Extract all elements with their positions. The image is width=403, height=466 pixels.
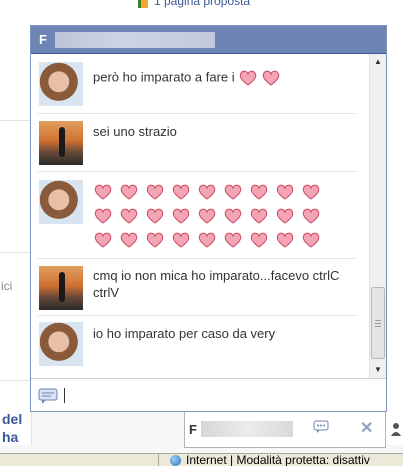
- page-icon: [138, 0, 148, 8]
- message-text: cmq io non mica ho imparato...facevo ctr…: [93, 268, 340, 300]
- chat-tab[interactable]: F ✕: [184, 412, 386, 448]
- person-icon: [391, 423, 401, 436]
- heart-icon: [198, 208, 216, 224]
- message-item: io ho imparato per caso da very: [37, 316, 357, 378]
- scroll-up-arrow-icon[interactable]: ▲: [370, 54, 386, 70]
- heart-icon: [146, 232, 164, 248]
- heart-icon: [263, 70, 280, 86]
- scrollbar-thumb[interactable]: [371, 287, 385, 359]
- heart-icon: [120, 232, 138, 248]
- heart-icon: [172, 184, 190, 200]
- zone-status-text[interactable]: Internet | Modalità protetta: disattiv: [186, 453, 370, 466]
- redacted-name: [201, 421, 293, 437]
- suggested-pages-link[interactable]: 1 pagina proposta: [138, 0, 250, 8]
- avatar[interactable]: [39, 121, 83, 165]
- chat-window: F però ho imparato a fare i sei uno stra…: [30, 25, 387, 412]
- heart-icon: [146, 184, 164, 200]
- page-link-fragment[interactable]: del ha: [2, 410, 22, 446]
- heart-icon: [224, 232, 242, 248]
- chat-bubble-icon: [38, 388, 58, 404]
- heart-icon: [302, 184, 320, 200]
- heart-icon: [146, 208, 164, 224]
- heart-icon: [94, 232, 112, 248]
- message-text: però ho imparato a fare i: [93, 69, 235, 85]
- heart-icon: [302, 232, 320, 248]
- page-text-fragment: ici: [1, 279, 13, 293]
- heart-icon: [224, 208, 242, 224]
- chat-tab-name: F: [189, 422, 197, 437]
- heart-icon: [172, 208, 190, 224]
- message-list[interactable]: però ho imparato a fare i sei uno strazi…: [31, 54, 369, 378]
- redacted-name: [55, 32, 215, 48]
- heart-icon: [250, 208, 268, 224]
- avatar[interactable]: [39, 266, 83, 310]
- heart-grid: [93, 172, 333, 252]
- heart-icon: [276, 232, 294, 248]
- heart-icon: [94, 184, 112, 200]
- heart-icon: [172, 232, 190, 248]
- avatar[interactable]: [39, 180, 83, 224]
- chat-contact-name: F: [39, 32, 47, 47]
- globe-icon: [170, 455, 181, 466]
- avatar[interactable]: [39, 62, 83, 106]
- page-right-column: [386, 25, 403, 445]
- heart-icon: [120, 208, 138, 224]
- avatar[interactable]: [39, 322, 83, 366]
- page-left-column: [0, 25, 32, 445]
- browser-status-bar: Internet | Modalità protetta: disattiv: [0, 453, 403, 466]
- scroll-down-arrow-icon[interactable]: ▼: [370, 362, 386, 378]
- message-text: io ho imparato per caso da very: [93, 326, 276, 341]
- close-icon[interactable]: ✕: [360, 418, 373, 438]
- heart-icon: [224, 184, 242, 200]
- heart-icon: [94, 208, 112, 224]
- heart-icon: [198, 184, 216, 200]
- chat-bubble-icon: [313, 420, 329, 433]
- chat-header[interactable]: F: [31, 26, 386, 54]
- chat-input-field[interactable]: [64, 388, 65, 403]
- chat-input-row[interactable]: [31, 378, 386, 411]
- heart-icon: [302, 208, 320, 224]
- message-scrollbar[interactable]: ▲ ▼: [369, 54, 386, 378]
- heart-icon: [276, 208, 294, 224]
- message-item: sei uno strazio: [37, 114, 357, 172]
- heart-icon: [276, 184, 294, 200]
- heart-icon: [120, 184, 138, 200]
- heart-icon: [250, 184, 268, 200]
- heart-icon: [240, 70, 257, 86]
- message-item: cmq io non mica ho imparato...facevo ctr…: [37, 259, 357, 316]
- message-text: sei uno strazio: [93, 124, 177, 139]
- heart-icon: [250, 232, 268, 248]
- heart-icon: [198, 232, 216, 248]
- page-top-strip: 1 pagina proposta: [0, 0, 403, 25]
- message-item: però ho imparato a fare i: [37, 54, 357, 114]
- message-item: [37, 172, 357, 259]
